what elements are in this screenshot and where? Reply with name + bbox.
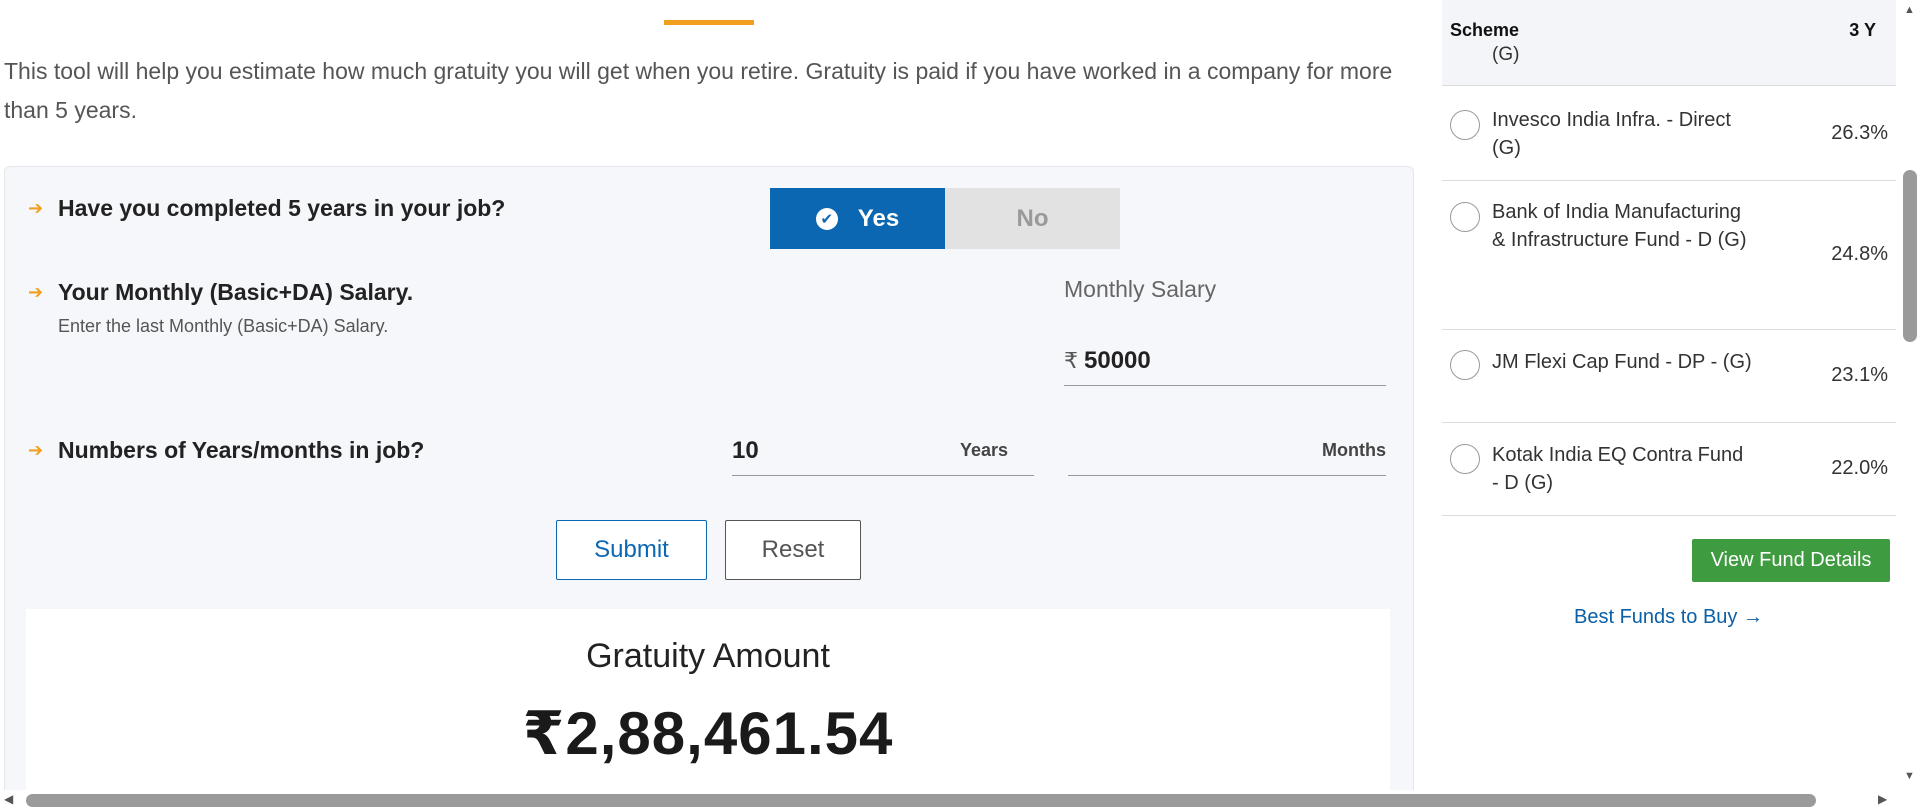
vertical-scrollbar[interactable]: ▲ ▼ bbox=[1900, 0, 1920, 790]
return-column-header: 3 Y bbox=[1849, 20, 1876, 40]
question-tenure: ➔ Numbers of Years/months in job? bbox=[28, 436, 424, 464]
scheme-column-header: Scheme bbox=[1450, 20, 1520, 40]
fund-return: 23.1% bbox=[1831, 364, 1888, 386]
fund-return: 24.8% bbox=[1831, 243, 1888, 265]
gratuity-amount-value: ₹2,88,461.54 bbox=[522, 700, 894, 767]
question-label: Numbers of Years/months in job? bbox=[58, 437, 425, 463]
fund-row[interactable]: JM Flexi Cap Fund - DP - (G) 23.1% bbox=[1442, 330, 1896, 423]
years-input[interactable]: 10 Years bbox=[732, 426, 1034, 476]
months-unit-label: Months bbox=[1322, 440, 1386, 460]
fund-name[interactable]: JM Flexi Cap Fund - DP - (G) bbox=[1492, 348, 1752, 376]
years-unit-label: Years bbox=[959, 440, 1008, 460]
months-input[interactable]: Months bbox=[1068, 426, 1386, 476]
result-panel: Gratuity Amount ₹2,88,461.54 bbox=[26, 609, 1390, 795]
question-hint: Enter the last Monthly (Basic+DA) Salary… bbox=[58, 316, 389, 336]
section-accent-bar bbox=[664, 20, 754, 25]
intro-text: This tool will help you estimate how muc… bbox=[4, 58, 1393, 123]
fund-radio[interactable] bbox=[1450, 444, 1480, 474]
yes-button[interactable]: ✔ Yes bbox=[770, 188, 945, 249]
fund-row[interactable]: Bank of India Manufacturing & Infrastruc… bbox=[1442, 181, 1896, 330]
fund-row[interactable]: Invesco India Infra. - Direct (G) 26.3% bbox=[1442, 88, 1896, 181]
fund-radio[interactable] bbox=[1450, 202, 1480, 232]
no-button[interactable]: No bbox=[945, 188, 1120, 249]
clipped-fund-text: (G) bbox=[1492, 44, 1520, 65]
scroll-up-icon[interactable]: ▲ bbox=[1904, 4, 1915, 16]
fund-name[interactable]: Kotak India EQ Contra Fund - D (G) bbox=[1492, 441, 1752, 497]
fund-radio[interactable] bbox=[1450, 110, 1480, 140]
fund-radio[interactable] bbox=[1450, 350, 1480, 380]
question-label: Have you completed 5 years in your job? bbox=[58, 195, 506, 221]
fund-return: 26.3% bbox=[1831, 122, 1888, 144]
fund-return: 22.0% bbox=[1831, 457, 1888, 479]
no-label: No bbox=[1016, 204, 1049, 232]
check-circle-icon: ✔ bbox=[815, 207, 838, 230]
vertical-scroll-thumb[interactable] bbox=[1903, 170, 1917, 342]
rupee-icon: ₹ bbox=[1064, 347, 1078, 373]
yes-no-toggle: ✔ Yes No bbox=[770, 188, 1120, 249]
arrow-right-icon: ➔ bbox=[28, 282, 44, 302]
question-completed-5-years: ➔ Have you completed 5 years in your job… bbox=[28, 194, 505, 222]
fund-row[interactable]: Kotak India EQ Contra Fund - D (G) 22.0% bbox=[1442, 423, 1896, 516]
fund-name[interactable]: Invesco India Infra. - Direct (G) bbox=[1492, 106, 1752, 162]
salary-value: 50000 bbox=[1084, 346, 1151, 374]
horizontal-scrollbar[interactable]: ◀ ▶ bbox=[0, 790, 1920, 812]
scroll-right-icon[interactable]: ▶ bbox=[1878, 792, 1887, 806]
gratuity-amount-label: Gratuity Amount bbox=[586, 637, 830, 675]
question-monthly-salary: ➔ Your Monthly (Basic+DA) Salary. Enter … bbox=[28, 278, 413, 337]
arrow-right-icon: ➔ bbox=[28, 440, 44, 460]
fund-table-header: Scheme 3 Y (G) bbox=[1442, 0, 1896, 86]
reset-button[interactable]: Reset bbox=[725, 520, 861, 580]
scroll-down-icon[interactable]: ▼ bbox=[1904, 770, 1915, 782]
horizontal-scroll-thumb[interactable] bbox=[26, 794, 1816, 807]
question-label: Your Monthly (Basic+DA) Salary. bbox=[58, 279, 414, 305]
top-funds-sidebar: Scheme 3 Y (G) Invesco India Infra. - Di… bbox=[1442, 0, 1896, 790]
best-funds-link[interactable]: Best Funds to Buy → bbox=[1574, 606, 1763, 629]
arrow-right-icon: ➔ bbox=[28, 198, 44, 218]
view-fund-details-button[interactable]: View Fund Details bbox=[1692, 539, 1890, 582]
fund-name[interactable]: Bank of India Manufacturing & Infrastruc… bbox=[1492, 198, 1752, 254]
scroll-left-icon[interactable]: ◀ bbox=[4, 792, 13, 806]
submit-button[interactable]: Submit bbox=[556, 520, 707, 580]
yes-label: Yes bbox=[857, 204, 900, 232]
years-value: 10 bbox=[732, 436, 759, 464]
monthly-salary-input[interactable]: ₹ 50000 bbox=[1064, 336, 1386, 386]
monthly-salary-label: Monthly Salary bbox=[1064, 276, 1217, 302]
